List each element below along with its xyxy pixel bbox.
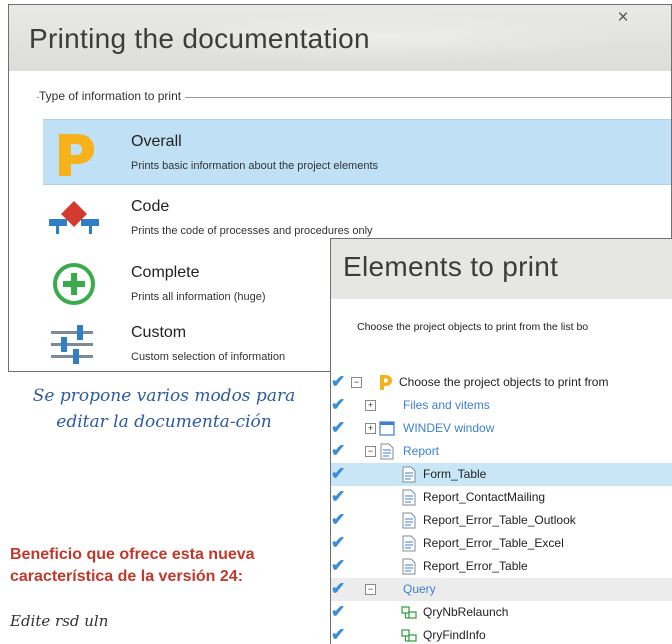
elements-to-print-dialog: Elements to print Choose the project obj… xyxy=(330,238,672,644)
tree-node-label: Files and vitems xyxy=(403,398,490,412)
tree-row[interactable]: ✔ Report_Error_Table xyxy=(331,555,672,578)
collapse-icon[interactable]: − xyxy=(365,584,376,595)
tree-row[interactable]: ✔ Report_Error_Table_Excel xyxy=(331,532,672,555)
tree-node-label: Report_Error_Table_Excel xyxy=(423,536,564,550)
tree-row[interactable]: ✔ Report_Error_Table_Outlook xyxy=(331,509,672,532)
checkbox-checked[interactable]: ✔ xyxy=(331,396,349,414)
checkbox-checked[interactable]: ✔ xyxy=(331,488,349,506)
tree-row[interactable]: ✔ − Choose the project objects to print fr… xyxy=(331,371,672,394)
tree-row[interactable]: ✔ Form_Table xyxy=(331,463,672,486)
report-document-icon xyxy=(402,512,416,529)
tree-node-label: QryFindInfo xyxy=(423,628,486,642)
option-overall-desc: Prints basic information about the proje… xyxy=(131,160,379,172)
tree-node-label: Choose the project objects to print from xyxy=(399,375,609,389)
tree-node-label: Report_ContactMailing xyxy=(423,490,546,504)
checkbox-checked[interactable]: ✔ xyxy=(331,603,349,621)
report-document-icon xyxy=(402,558,416,575)
option-overall[interactable]: Overall Prints basic information about t… xyxy=(43,119,671,185)
code-diagram-icon xyxy=(49,201,99,234)
checkbox-checked[interactable]: ✔ xyxy=(331,373,349,391)
option-custom-desc: Custom selection of information xyxy=(131,351,286,363)
tree-node-label: Query xyxy=(403,582,436,596)
checkbox-checked[interactable]: ✔ xyxy=(331,580,349,598)
option-overall-name: Overall xyxy=(131,133,182,150)
close-button[interactable]: × xyxy=(613,7,633,29)
tree-row[interactable]: ✔ Report_ContactMailing xyxy=(331,486,672,509)
expand-icon[interactable]: + xyxy=(365,423,376,434)
report-document-icon xyxy=(402,535,416,552)
caption-text: Se propone varios modos para editar la d… xyxy=(32,386,296,432)
checkbox-checked[interactable]: ✔ xyxy=(331,419,349,437)
dialog-title: Elements to print xyxy=(343,251,559,282)
tree-row[interactable]: ✔ + WINDEV window xyxy=(331,417,672,440)
tree-node-label: Report_Error_Table xyxy=(423,559,528,573)
project-icon xyxy=(380,375,392,390)
option-code-desc: Prints the code of processes and procedu… xyxy=(131,225,373,237)
checkbox-checked[interactable]: ✔ xyxy=(331,626,349,644)
report-document-icon xyxy=(402,489,416,506)
tree-node-label: Form_Table xyxy=(423,467,487,481)
tree-row[interactable]: ✔ QryNbRelaunch xyxy=(331,601,672,624)
plus-circle-icon xyxy=(53,263,95,305)
query-icon xyxy=(401,606,417,619)
dialog-title: Printing the documentation xyxy=(29,23,370,54)
checkbox-checked[interactable]: ✔ xyxy=(331,465,349,483)
sliders-icon xyxy=(51,325,93,364)
option-complete-name: Complete xyxy=(131,264,200,281)
collapse-icon[interactable]: − xyxy=(351,377,362,388)
tree-row[interactable]: ✔ − Query xyxy=(331,578,672,601)
tree-row[interactable]: ✔ QryFindInfo xyxy=(331,624,672,644)
report-document-icon xyxy=(402,466,416,483)
collapse-icon[interactable]: − xyxy=(365,446,376,457)
tree-row[interactable]: ✔ − Report xyxy=(331,440,672,463)
benefit-text: Edite rsd uln xyxy=(10,612,109,630)
option-complete-desc: Prints all information (huge) xyxy=(131,291,266,303)
query-icon xyxy=(401,629,417,642)
option-custom-name: Custom xyxy=(131,324,187,341)
benefit-heading: Beneficio que ofrece esta nueva caracter… xyxy=(10,546,255,585)
tree-node-label: Report_Error_Table_Outlook xyxy=(423,513,576,527)
tree-node-label: Report xyxy=(403,444,440,458)
group-label: Type of information to print xyxy=(39,89,186,103)
expand-icon[interactable]: + xyxy=(365,400,376,411)
tree-row[interactable]: ✔ + Files and vitems xyxy=(331,394,672,417)
tree-node-label: WINDEV window xyxy=(403,421,495,435)
checkbox-checked[interactable]: ✔ xyxy=(331,557,349,575)
report-document-icon xyxy=(380,443,394,460)
checkbox-checked[interactable]: ✔ xyxy=(331,442,349,460)
tree-node-label: QryNbRelaunch xyxy=(423,605,509,619)
option-code-name: Code xyxy=(131,198,170,215)
window-icon xyxy=(379,421,395,436)
p-letter-icon xyxy=(59,134,94,176)
instruction-text: Choose the project objects to print from… xyxy=(357,321,589,333)
checkbox-checked[interactable]: ✔ xyxy=(331,511,349,529)
checkbox-checked[interactable]: ✔ xyxy=(331,534,349,552)
